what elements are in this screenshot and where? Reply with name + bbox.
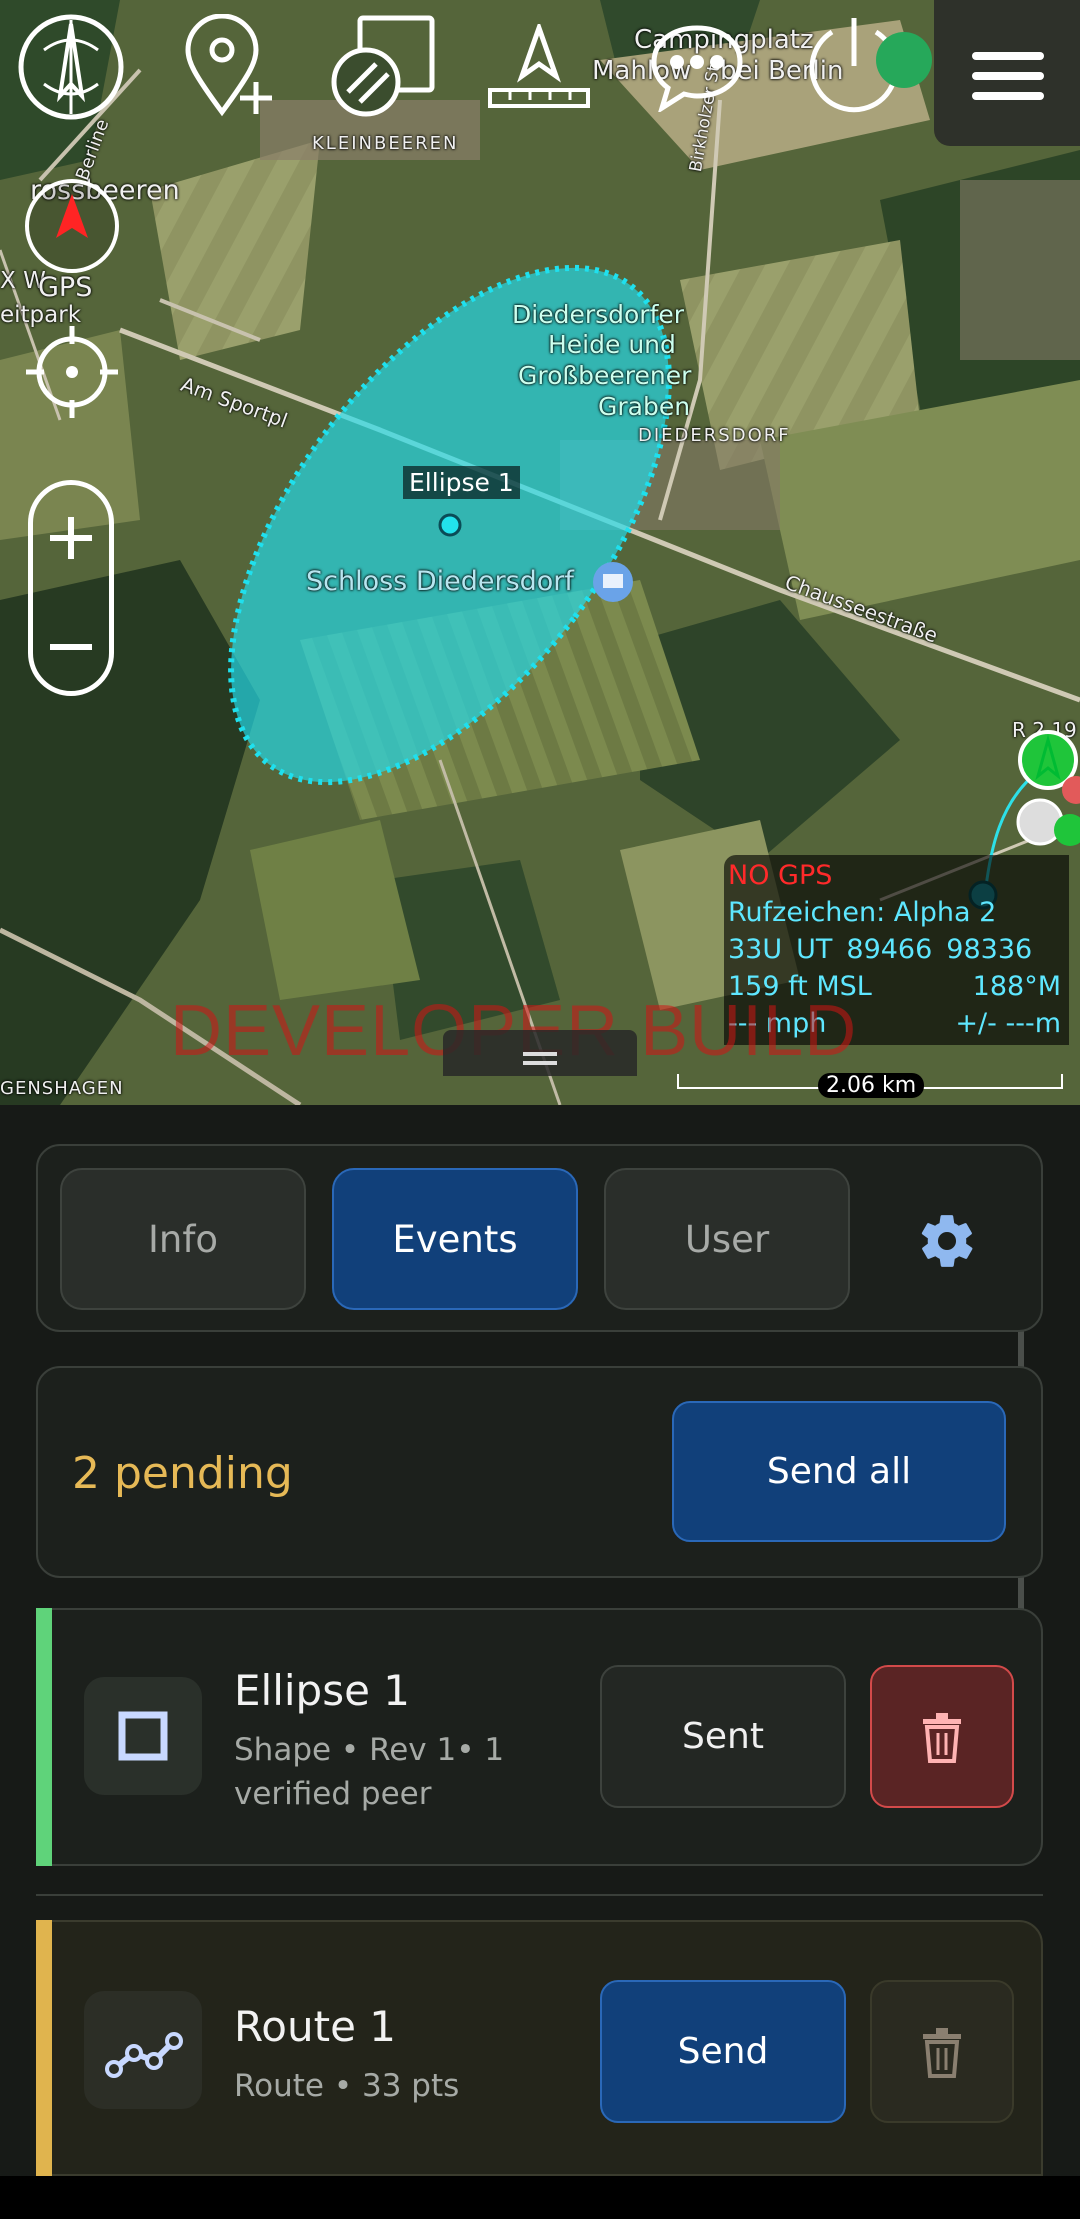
status-stripe-pending	[36, 1920, 52, 2176]
place-label-heide-3: Großbeerener	[518, 361, 692, 390]
callsign: Rufzeichen: Alpha 2	[728, 897, 997, 928]
mgrs-northing: 98336	[946, 934, 1033, 965]
place-label-heide-1: Diedersdorfer	[512, 300, 685, 329]
delete-button[interactable]	[870, 1665, 1014, 1808]
place-label-schloss: Schloss Diedersdorf	[306, 566, 574, 597]
hamburger-menu-button[interactable]	[934, 0, 1080, 146]
gps-status: NO GPS	[728, 860, 833, 891]
status-stripe-sent	[36, 1608, 52, 1866]
settings-gear-icon[interactable]	[916, 1210, 978, 1272]
divider	[36, 1894, 1043, 1896]
event-title: Route 1	[234, 2002, 396, 2051]
mgrs-square: UT	[796, 934, 833, 965]
trash-icon	[923, 2027, 961, 2078]
shape-type-box	[84, 1677, 202, 1795]
overlay-manager-icon[interactable]	[330, 14, 438, 118]
mgrs-easting: 89466	[846, 934, 933, 965]
heading: 188°M	[972, 971, 1061, 1002]
route-type-box	[84, 1991, 202, 2109]
sent-button[interactable]: Sent	[600, 1665, 846, 1808]
panel-drag-handle[interactable]	[443, 1030, 637, 1076]
measure-tool-icon[interactable]	[486, 24, 592, 110]
locate-crosshair-icon[interactable]	[22, 322, 122, 422]
square-shape-icon	[118, 1711, 168, 1761]
event-title: Ellipse 1	[234, 1666, 410, 1715]
place-label-kleinbeeren: KLEINBEEREN	[312, 133, 459, 154]
place-label-heide-2: Heide und	[548, 330, 676, 359]
route-line-icon	[105, 2032, 183, 2078]
chat-icon[interactable]	[648, 22, 746, 112]
zoom-in-icon[interactable]	[46, 513, 96, 563]
accuracy: +/- ---m	[955, 1008, 1061, 1039]
mgrs-zone: 33U	[728, 934, 783, 965]
event-subtitle-line1: Shape • Rev 1• 1	[234, 1732, 505, 1768]
campsite-poi-icon	[876, 32, 932, 88]
gps-label: GPS	[38, 272, 93, 303]
gps-compass-button[interactable]	[22, 176, 122, 276]
event-subtitle-line2: verified peer	[234, 1776, 432, 1812]
send-button[interactable]: Send	[600, 1980, 846, 2123]
zoom-control	[28, 480, 114, 696]
pending-count: 2 pending	[72, 1448, 293, 1499]
add-marker-icon[interactable]	[184, 14, 274, 118]
tab-user[interactable]: User	[604, 1168, 850, 1310]
ellipse-map-label[interactable]: Ellipse 1	[403, 466, 520, 499]
trash-icon	[923, 1712, 961, 1763]
compass-rose-icon[interactable]	[14, 10, 128, 124]
place-label-diedersdorf: DIEDERSDORF	[638, 425, 791, 446]
place-label-heide-4: Graben	[598, 392, 691, 421]
tab-info[interactable]: Info	[60, 1168, 306, 1310]
send-all-button[interactable]: Send all	[672, 1401, 1006, 1542]
self-position-marker[interactable]	[1010, 730, 1080, 860]
hamburger-icon	[972, 52, 1044, 100]
delete-button-disabled[interactable]	[870, 1980, 1014, 2123]
map-view[interactable]: KLEINBEEREN rossbeeren X W eitpark Campi…	[0, 0, 1080, 1105]
ellipse-center-marker	[438, 513, 462, 537]
system-nav-bar	[0, 2176, 1080, 2219]
event-subtitle-line1: Route • 33 pts	[234, 2068, 460, 2104]
map-scale-label: 2.06 km	[818, 1073, 925, 1098]
tab-events[interactable]: Events	[332, 1168, 578, 1310]
place-label-genshagen: GENSHAGEN	[0, 1078, 124, 1099]
zoom-out-icon[interactable]	[46, 622, 96, 672]
